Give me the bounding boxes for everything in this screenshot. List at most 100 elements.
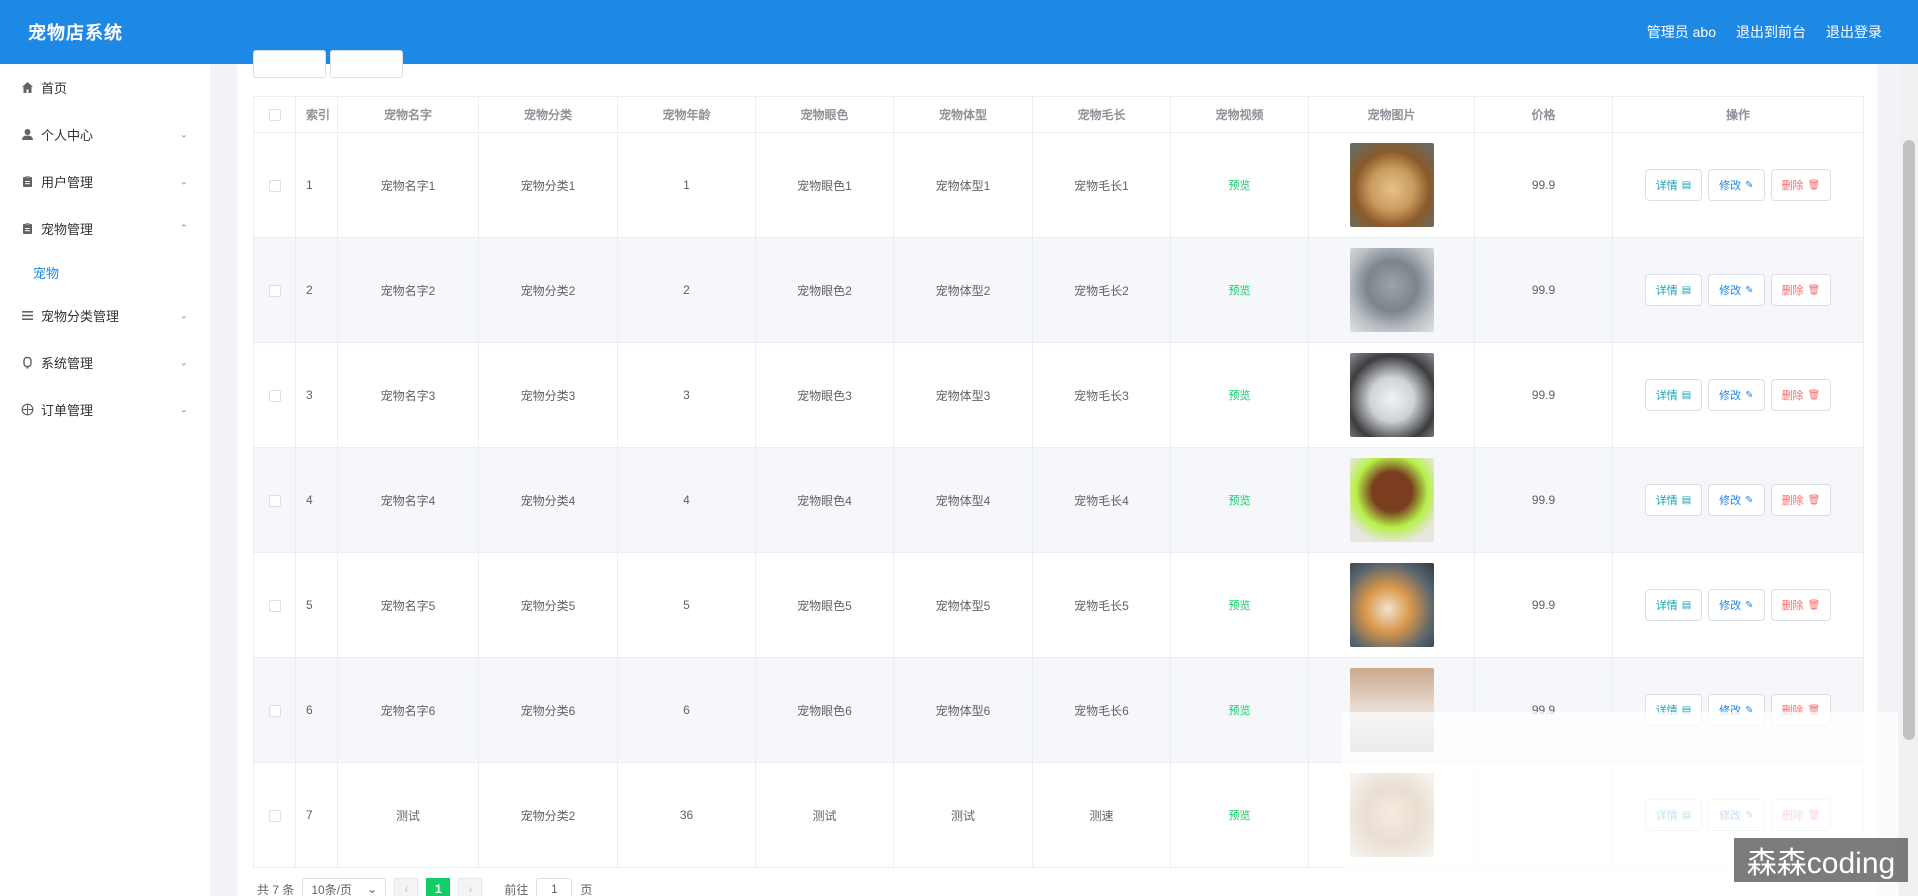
video-preview-link[interactable]: 预览 (1229, 705, 1251, 717)
cell-eye-color: 宠物眼色2 (755, 237, 894, 343)
user-icon (20, 128, 34, 142)
cell-actions: 详情▤修改✎删除🗑 (1612, 237, 1864, 343)
detail-label: 详情 (1655, 180, 1678, 192)
edit-button[interactable]: 修改✎ (1708, 379, 1765, 411)
cell-actions: 详情▤修改✎删除🗑 (1612, 447, 1864, 553)
cell-eye-color: 测试 (755, 762, 894, 868)
cell-video: 预览 (1170, 237, 1309, 343)
row-checkbox[interactable] (268, 494, 281, 507)
video-preview-link[interactable]: 预览 (1229, 390, 1251, 402)
sidebar-item-home[interactable]: 首页 (0, 64, 210, 111)
cell-age: 5 (617, 552, 756, 658)
row-checkbox[interactable] (268, 704, 281, 717)
column-header: 宠物眼色 (755, 96, 894, 133)
toolbar-button[interactable] (330, 50, 403, 78)
select-all-checkbox[interactable] (268, 109, 281, 122)
edit-label: 修改 (1719, 285, 1742, 297)
cell-name: 测试 (337, 762, 479, 868)
row-checkbox[interactable] (268, 179, 281, 192)
detail-button[interactable]: 详情▤ (1644, 169, 1703, 201)
sidebar-item-pet-category[interactable]: 宠物分类管理 ⌄ (0, 292, 210, 339)
pencil-icon: ✎ (1745, 179, 1754, 191)
header-actions: 管理员 abo 退出到前台 退出登录 (1627, 0, 1882, 64)
sidebar-item-label: 宠物管理 (41, 222, 94, 237)
toolbar-button[interactable] (253, 50, 326, 78)
cell-video: 预览 (1170, 762, 1309, 868)
row-checkbox[interactable] (268, 809, 281, 822)
delete-button[interactable]: 删除🗑 (1770, 274, 1832, 306)
pet-photo[interactable] (1349, 248, 1434, 332)
chevron-up-icon: ⌃ (179, 223, 188, 234)
delete-button[interactable]: 删除🗑 (1770, 484, 1832, 516)
video-preview-link[interactable]: 预览 (1229, 810, 1251, 822)
cell-video: 预览 (1170, 552, 1309, 658)
detail-button[interactable]: 详情▤ (1644, 274, 1703, 306)
table-row: 1 宠物名字1 宠物分类1 1 宠物眼色1 宠物体型1 宠物毛长1 预览 99.9 详情 ▤ 修改 ✎ 删… (253, 132, 1864, 238)
delete-label: 删除 (1781, 180, 1804, 192)
clipboard-icon (20, 175, 34, 189)
video-preview-link[interactable]: 预览 (1229, 180, 1251, 192)
cell-price: 99.9 (1474, 447, 1613, 553)
logout-link[interactable]: 退出登录 (1826, 22, 1882, 42)
detail-button[interactable]: 详情▤ (1644, 379, 1703, 411)
next-page-button[interactable]: › (458, 878, 483, 896)
cell-video: 预览 (1170, 132, 1309, 238)
pet-photo[interactable] (1349, 353, 1434, 437)
sidebar-item-pets[interactable]: 宠物管理 ⌃ (0, 205, 210, 252)
detail-button[interactable]: 详情▤ (1644, 589, 1703, 621)
prev-page-button[interactable]: ‹ (394, 878, 419, 896)
video-preview-link[interactable]: 预览 (1229, 495, 1251, 507)
trash-icon: 🗑 (1807, 599, 1821, 611)
sidebar-item-users[interactable]: 用户管理 ⌄ (0, 158, 210, 205)
row-checkbox[interactable] (268, 284, 281, 297)
row-select-cell (253, 552, 296, 658)
goto-page-input[interactable]: 1 (536, 878, 573, 896)
sidebar-item-personal[interactable]: 个人中心 ⌄ (0, 111, 210, 158)
edit-button[interactable]: 修改✎ (1708, 169, 1765, 201)
table-header-row: 索引 宠物名字 宠物分类 宠物年龄 宠物眼色 宠物体型 宠物毛长 宠物视频 宠物… (253, 96, 1864, 133)
pet-photo[interactable] (1349, 458, 1434, 542)
sidebar-subitem-pet[interactable]: 宠物 (0, 252, 210, 292)
cell-index: 3 (295, 342, 338, 448)
pet-photo[interactable] (1349, 563, 1434, 647)
delete-button[interactable]: 删除🗑 (1770, 589, 1832, 621)
table-row: 4 宠物名字4 宠物分类4 4 宠物眼色4 宠物体型4 宠物毛长4 预览 99.9 详情 ▤ 修改 ✎ 删… (253, 447, 1864, 553)
edit-button[interactable]: 修改✎ (1708, 274, 1765, 306)
cell-body-type: 宠物体型2 (893, 237, 1033, 343)
chevron-down-icon: ⌄ (179, 310, 188, 321)
cell-index: 6 (295, 657, 338, 763)
edit-button[interactable]: 修改✎ (1708, 589, 1765, 621)
delete-button[interactable]: 删除🗑 (1770, 379, 1832, 411)
video-preview-link[interactable]: 预览 (1229, 285, 1251, 297)
cell-fur-length: 宠物毛长4 (1032, 447, 1171, 553)
delete-button[interactable]: 删除🗑 (1770, 169, 1832, 201)
table-row: 3 宠物名字3 宠物分类3 3 宠物眼色3 宠物体型3 宠物毛长3 预览 99.9 详情 ▤ 修改 ✎ 删… (253, 342, 1864, 448)
column-header: 宠物视频 (1170, 96, 1309, 133)
chevron-down-icon: ⌄ (179, 404, 188, 415)
scrollbar-thumb[interactable] (1903, 140, 1915, 740)
cell-category: 宠物分类5 (478, 552, 618, 658)
cell-price: 99.9 (1474, 342, 1613, 448)
cell-category: 宠物分类2 (478, 237, 618, 343)
cell-eye-color: 宠物眼色3 (755, 342, 894, 448)
edit-button[interactable]: 修改✎ (1708, 484, 1765, 516)
exit-to-front-link[interactable]: 退出到前台 (1736, 22, 1806, 42)
current-page-button[interactable]: 1 (426, 878, 451, 896)
delete-label: 删除 (1781, 390, 1804, 402)
row-checkbox[interactable] (268, 389, 281, 402)
page-size-select[interactable]: 10条/页 ⌄ (302, 878, 387, 896)
table-row: 5 宠物名字5 宠物分类5 5 宠物眼色5 宠物体型5 宠物毛长5 预览 99.9 详情 ▤ 修改 ✎ 删… (253, 552, 1864, 658)
cell-index: 2 (295, 237, 338, 343)
trash-icon: 🗑 (1807, 494, 1821, 506)
cell-image (1308, 552, 1475, 658)
column-header: 宠物分类 (478, 96, 618, 133)
detail-button[interactable]: 详情▤ (1644, 484, 1703, 516)
pet-photo[interactable] (1349, 143, 1434, 227)
sidebar-item-orders[interactable]: 订单管理 ⌄ (0, 386, 210, 433)
video-preview-link[interactable]: 预览 (1229, 600, 1251, 612)
sidebar-item-system[interactable]: 系统管理 ⌄ (0, 339, 210, 386)
table-row: 2 宠物名字2 宠物分类2 2 宠物眼色2 宠物体型2 宠物毛长2 预览 99.9 详情 ▤ 修改 ✎ 删… (253, 237, 1864, 343)
delete-label: 删除 (1781, 600, 1804, 612)
sidebar-subitem-label: 宠物 (33, 265, 60, 281)
row-checkbox[interactable] (268, 599, 281, 612)
